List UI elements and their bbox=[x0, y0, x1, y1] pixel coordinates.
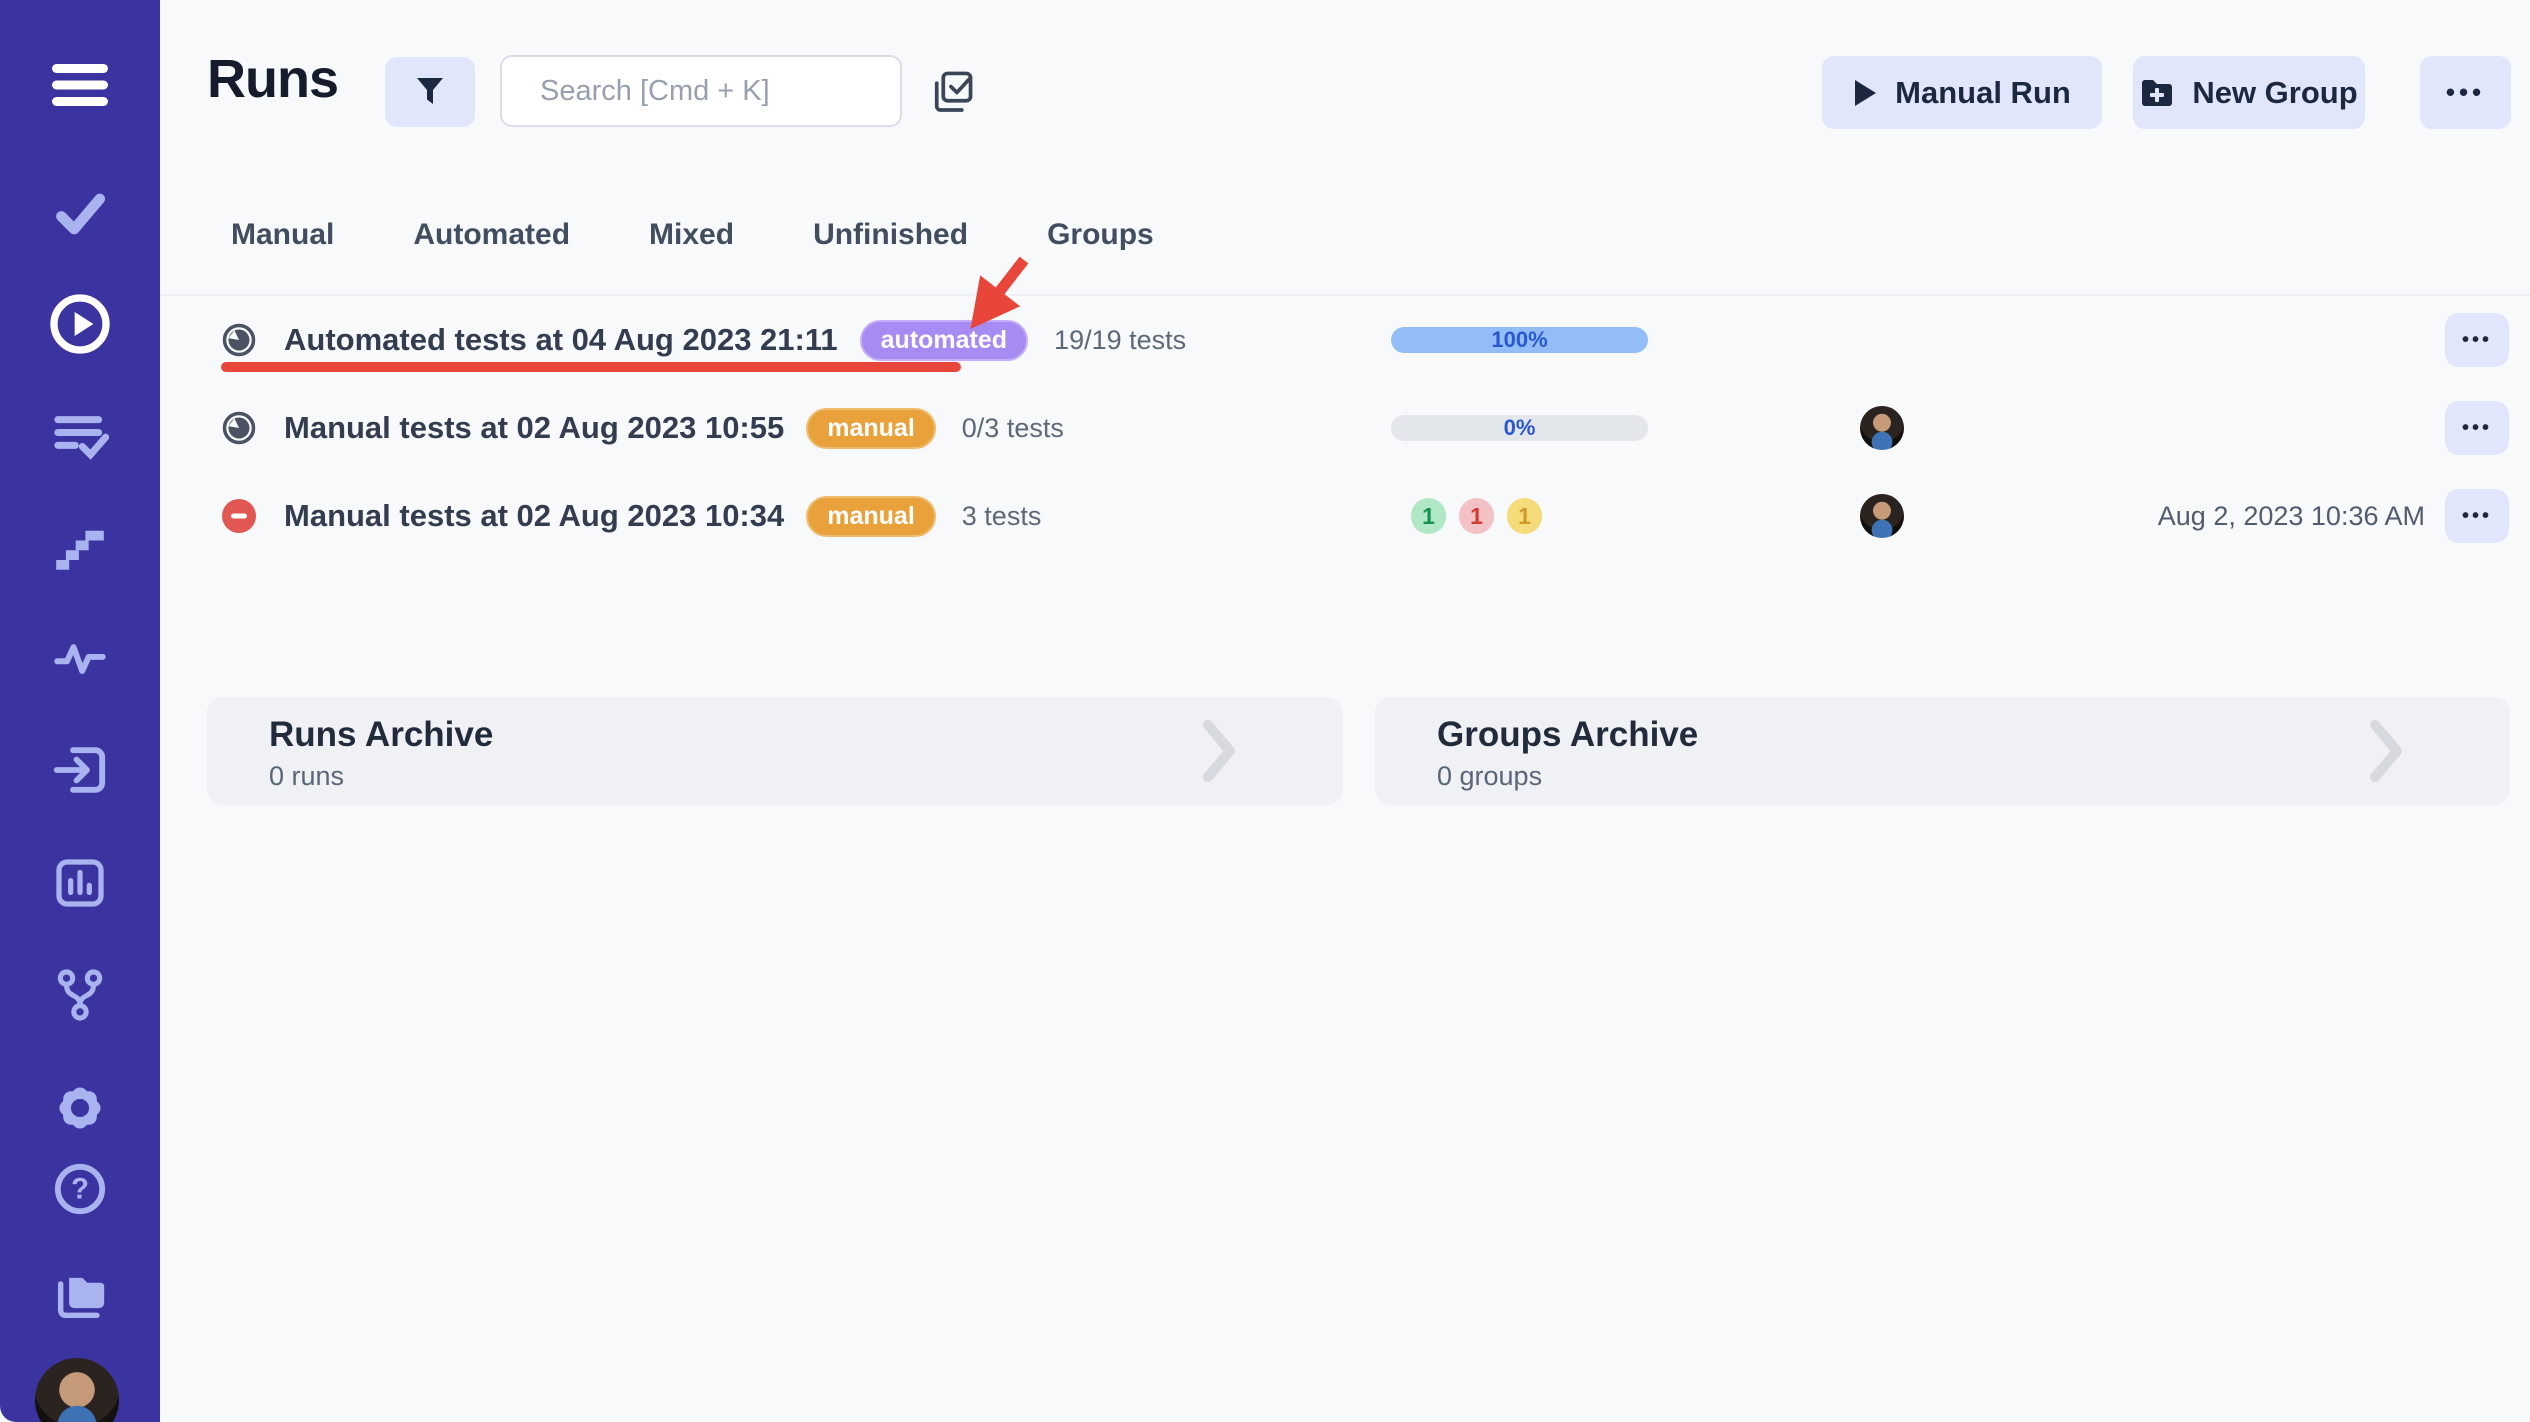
search-input[interactable] bbox=[538, 74, 919, 109]
svg-text:?: ? bbox=[71, 1173, 89, 1205]
runs-archive-card[interactable]: Runs Archive 0 runs bbox=[207, 697, 1343, 805]
play-circle-icon bbox=[48, 292, 112, 356]
list-check-icon bbox=[51, 408, 109, 464]
run-tests-count: 3 tests bbox=[962, 501, 1042, 532]
run-progress-pie-icon bbox=[222, 323, 256, 357]
pulse-icon bbox=[50, 632, 110, 684]
tab-automated[interactable]: Automated bbox=[413, 218, 570, 252]
sidebar-item-runs[interactable] bbox=[0, 292, 160, 356]
sidebar-item-milestones[interactable] bbox=[0, 521, 160, 573]
run-stopped-icon bbox=[222, 499, 256, 533]
filter-button[interactable] bbox=[385, 57, 475, 127]
play-icon bbox=[1853, 79, 1877, 107]
failed-count-badge: 1 bbox=[1459, 498, 1494, 534]
progress-bar: 0% bbox=[1391, 415, 1648, 441]
run-date: Aug 2, 2023 10:36 AM bbox=[2158, 472, 2425, 560]
chart-icon bbox=[51, 855, 109, 911]
new-group-label: New Group bbox=[2192, 75, 2357, 111]
tabs: Manual Automated Mixed Unfinished Groups bbox=[231, 218, 1154, 252]
passed-count-badge: 1 bbox=[1411, 498, 1446, 534]
batch-select-icon bbox=[928, 67, 976, 117]
batch-select-button[interactable] bbox=[922, 64, 982, 120]
header-more-button[interactable]: ••• bbox=[2420, 56, 2511, 129]
menu-icon[interactable] bbox=[0, 62, 160, 108]
gear-icon bbox=[49, 1077, 111, 1139]
run-type-badge: manual bbox=[806, 408, 936, 449]
blocked-count-badge: 1 bbox=[1507, 498, 1542, 534]
tab-mixed[interactable]: Mixed bbox=[649, 218, 734, 252]
branch-icon bbox=[53, 968, 107, 1022]
folders-icon bbox=[49, 1267, 111, 1325]
run-progress-pie-icon bbox=[222, 411, 256, 445]
sidebar-item-settings[interactable] bbox=[0, 1077, 160, 1139]
sidebar-item-analytics[interactable] bbox=[0, 855, 160, 911]
runs-archive-title: Runs Archive bbox=[269, 715, 493, 755]
manual-run-label: Manual Run bbox=[1895, 75, 2071, 111]
groups-archive-title: Groups Archive bbox=[1437, 715, 1698, 755]
run-row-1[interactable]: Automated tests at 04 Aug 2023 21:11 aut… bbox=[160, 296, 2530, 384]
sidebar-item-tests[interactable] bbox=[0, 186, 160, 242]
row-menu-button[interactable]: ••• bbox=[2445, 401, 2509, 455]
folder-plus-icon bbox=[2140, 78, 2174, 108]
run-title[interactable]: Manual tests at 02 Aug 2023 10:55 bbox=[284, 410, 784, 446]
tab-manual[interactable]: Manual bbox=[231, 218, 334, 252]
assignee-avatar[interactable] bbox=[1860, 494, 1904, 538]
runs-page: ? Runs Manual Run New Group ••• Manual A… bbox=[0, 0, 2530, 1422]
sidebar-item-import[interactable] bbox=[0, 742, 160, 798]
sidebar-item-help[interactable]: ? bbox=[0, 1161, 160, 1217]
run-title[interactable]: Automated tests at 04 Aug 2023 21:11 bbox=[284, 322, 838, 358]
sidebar-item-traceability[interactable] bbox=[0, 968, 160, 1022]
groups-archive-card[interactable]: Groups Archive 0 groups bbox=[1375, 697, 2510, 805]
page-title: Runs bbox=[207, 48, 338, 110]
run-title[interactable]: Manual tests at 02 Aug 2023 10:34 bbox=[284, 498, 784, 534]
run-tests-count: 19/19 tests bbox=[1054, 325, 1186, 356]
progress-label: 100% bbox=[1391, 327, 1648, 353]
row-menu-button[interactable]: ••• bbox=[2445, 489, 2509, 543]
row-menu-button[interactable]: ••• bbox=[2445, 313, 2509, 367]
help-icon: ? bbox=[52, 1161, 108, 1217]
sidebar-item-projects[interactable] bbox=[0, 1267, 160, 1325]
chevron-right-icon bbox=[2370, 720, 2402, 782]
filter-icon bbox=[415, 77, 445, 107]
user-avatar[interactable] bbox=[35, 1358, 119, 1422]
run-type-badge: manual bbox=[806, 496, 936, 537]
run-type-badge: automated bbox=[860, 320, 1028, 361]
chevron-right-icon bbox=[1203, 720, 1235, 782]
groups-archive-count: 0 groups bbox=[1437, 761, 1542, 792]
runs-archive-count: 0 runs bbox=[269, 761, 344, 792]
new-group-button[interactable]: New Group bbox=[2133, 56, 2365, 129]
progress-label: 0% bbox=[1391, 415, 1648, 441]
steps-icon bbox=[52, 521, 108, 573]
sidebar-item-activity[interactable] bbox=[0, 632, 160, 684]
run-row-2[interactable]: Manual tests at 02 Aug 2023 10:55 manual… bbox=[160, 384, 2530, 472]
run-row-3[interactable]: Manual tests at 02 Aug 2023 10:34 manual… bbox=[160, 472, 2530, 560]
tab-groups[interactable]: Groups bbox=[1047, 218, 1154, 252]
import-icon bbox=[50, 742, 110, 798]
sidebar-item-test-plans[interactable] bbox=[0, 408, 160, 464]
search-box bbox=[500, 55, 902, 127]
result-counts: 1 1 1 bbox=[1411, 498, 1542, 534]
run-tests-count: 0/3 tests bbox=[962, 413, 1064, 444]
manual-run-button[interactable]: Manual Run bbox=[1822, 56, 2102, 129]
assignee-avatar[interactable] bbox=[1860, 406, 1904, 450]
tab-unfinished[interactable]: Unfinished bbox=[813, 218, 968, 252]
sidebar: ? bbox=[0, 0, 160, 1422]
check-icon bbox=[61, 199, 99, 229]
progress-bar: 100% bbox=[1391, 327, 1648, 353]
